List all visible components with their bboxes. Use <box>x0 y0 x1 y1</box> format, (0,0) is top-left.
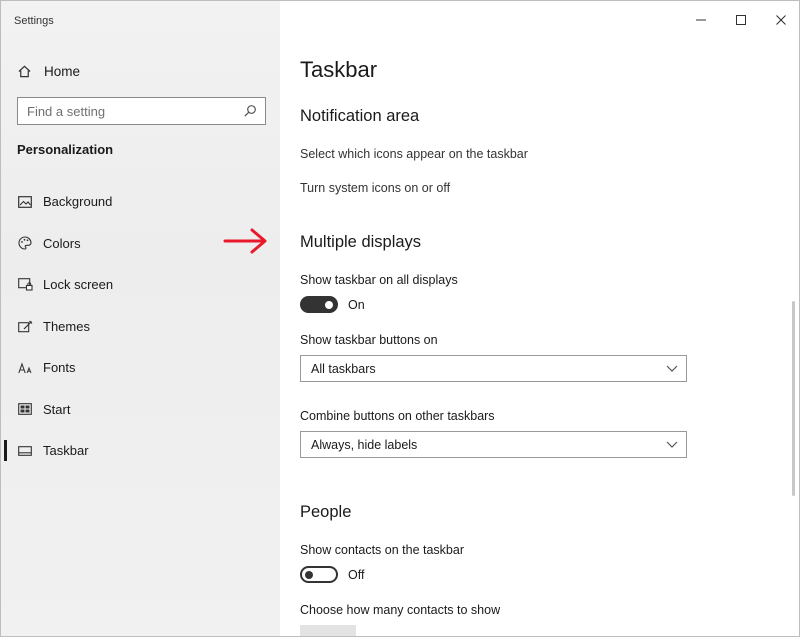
buttons-on-dropdown[interactable]: All taskbars <box>300 355 687 382</box>
sidebar-item-background[interactable]: Background <box>1 181 280 223</box>
app-title: Settings <box>14 15 54 27</box>
toggle-knob <box>305 570 313 579</box>
picture-icon <box>17 194 33 210</box>
window-controls <box>681 1 799 39</box>
fonts-icon <box>17 360 33 376</box>
home-icon <box>15 62 33 80</box>
palette-icon <box>17 235 33 251</box>
annotation-arrow-icon <box>223 228 267 254</box>
select-icons-link[interactable]: Select which icons appear on the taskbar <box>300 147 528 161</box>
buttons-on-label: Show taskbar buttons on <box>300 333 438 347</box>
close-icon <box>776 15 786 25</box>
sidebar-item-lock-screen[interactable]: Lock screen <box>1 264 280 306</box>
scrollbar[interactable] <box>792 301 795 496</box>
sidebar-item-label: Lock screen <box>43 277 114 293</box>
chevron-down-icon <box>666 365 678 372</box>
sidebar-item-start[interactable]: Start <box>1 389 280 431</box>
combine-buttons-label: Combine buttons on other taskbars <box>300 409 495 423</box>
multiple-displays-heading: Multiple displays <box>300 233 422 251</box>
taskbar-icon <box>17 443 33 459</box>
settings-window: Settings Home Personalization Background <box>0 0 800 637</box>
search-icon[interactable] <box>243 104 257 118</box>
people-heading: People <box>300 503 352 521</box>
dropdown-value: All taskbars <box>311 361 376 376</box>
sidebar-item-label: Background <box>43 194 113 210</box>
sidebar-item-themes[interactable]: Themes <box>1 306 280 348</box>
lock-screen-icon <box>17 277 33 293</box>
minimize-button[interactable] <box>681 1 721 39</box>
maximize-icon <box>736 15 746 25</box>
sidebar: Settings Home Personalization Background <box>1 1 280 636</box>
show-all-displays-label: Show taskbar on all displays <box>300 273 458 287</box>
nav-home[interactable]: Home <box>15 59 80 83</box>
section-label: Personalization <box>17 142 114 157</box>
dropdown-value: Always, hide labels <box>311 437 418 452</box>
sidebar-item-label: Start <box>43 401 71 417</box>
nav-list: Background Colors Lock screen Themes Fon… <box>1 181 280 472</box>
sidebar-item-label: Themes <box>43 318 90 334</box>
show-contacts-toggle-row: Off <box>300 566 364 583</box>
sidebar-item-taskbar[interactable]: Taskbar <box>1 430 280 472</box>
page-title: Taskbar <box>300 57 378 82</box>
toggle-knob <box>325 300 333 309</box>
show-all-displays-toggle-row: On <box>300 296 365 313</box>
main-pane: Taskbar Notification area Select which i… <box>280 1 799 636</box>
search-input[interactable] <box>18 98 265 124</box>
maximize-button[interactable] <box>721 1 761 39</box>
combine-buttons-dropdown[interactable]: Always, hide labels <box>300 431 687 458</box>
sidebar-item-label: Taskbar <box>43 443 89 459</box>
close-button[interactable] <box>761 1 799 39</box>
sidebar-item-fonts[interactable]: Fonts <box>1 347 280 389</box>
search-box[interactable] <box>17 97 266 125</box>
toggle-state-label: Off <box>348 567 365 582</box>
start-icon <box>17 401 33 417</box>
show-all-displays-toggle[interactable] <box>300 296 338 313</box>
sidebar-item-label: Fonts <box>43 360 76 376</box>
nav-home-label: Home <box>44 63 81 79</box>
notification-area-heading: Notification area <box>300 107 420 125</box>
contacts-count-dropdown[interactable] <box>300 625 356 636</box>
show-contacts-toggle[interactable] <box>300 566 338 583</box>
show-contacts-label: Show contacts on the taskbar <box>300 543 464 557</box>
minimize-icon <box>696 19 706 21</box>
themes-icon <box>17 318 33 334</box>
chevron-down-icon <box>666 441 678 448</box>
sidebar-item-label: Colors <box>43 235 81 251</box>
system-icons-link[interactable]: Turn system icons on or off <box>300 181 450 195</box>
how-many-contacts-label: Choose how many contacts to show <box>300 603 501 617</box>
toggle-state-label: On <box>348 297 365 312</box>
